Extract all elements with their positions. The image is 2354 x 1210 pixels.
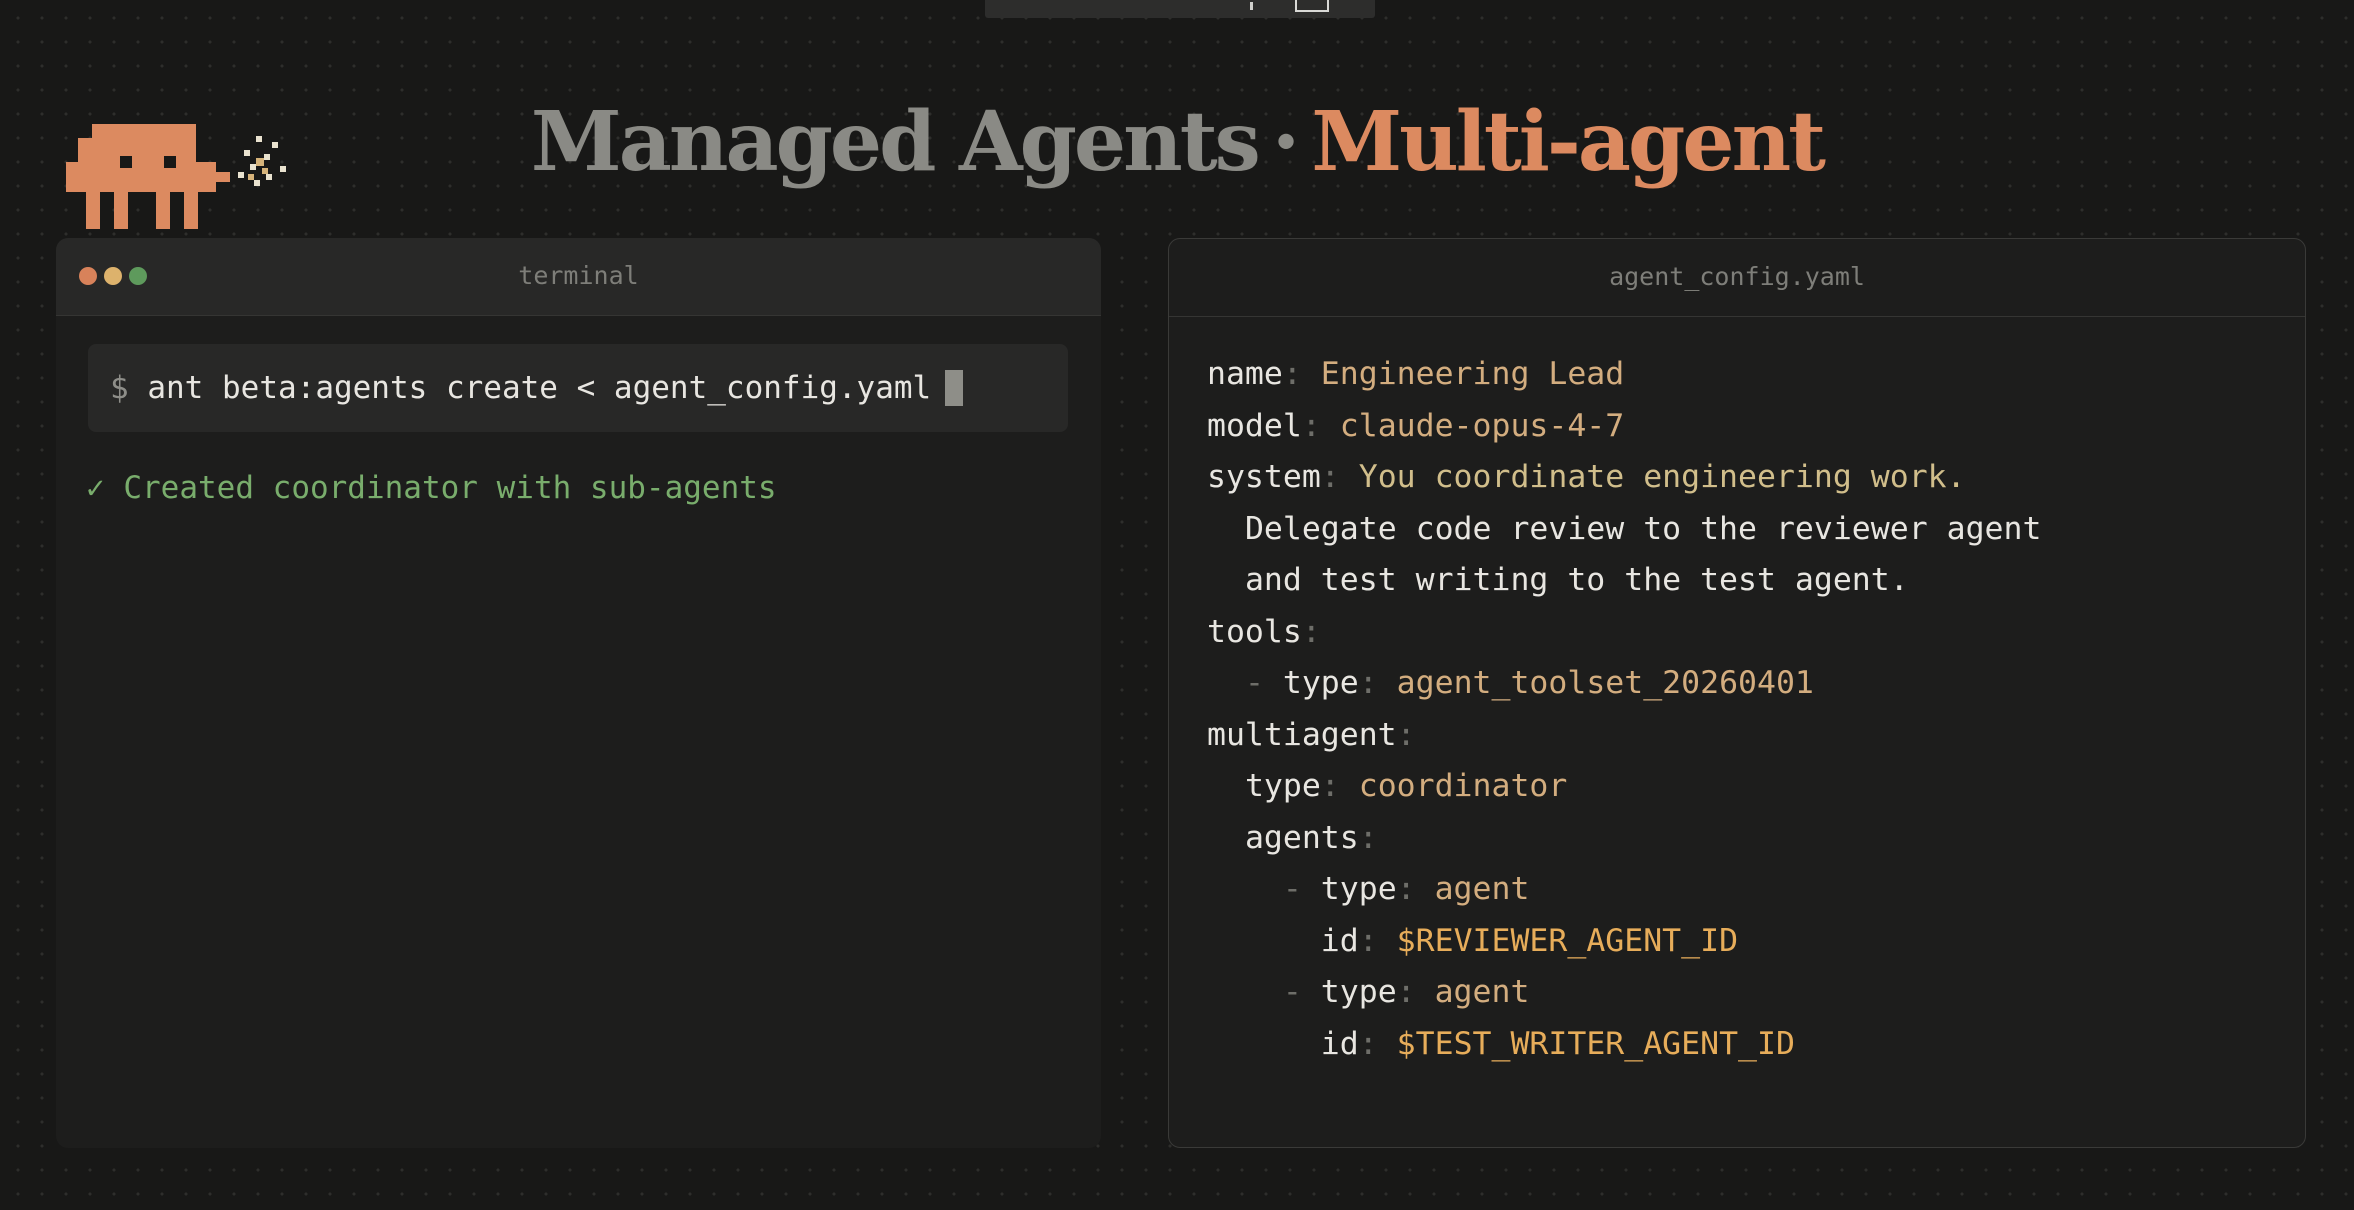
yaml-value: agent (1434, 974, 1530, 1010)
yaml-colon: : (1396, 716, 1416, 753)
page-title: Managed Agents · Multi-agent (0, 86, 2354, 198)
checkmark-icon: ✓ (86, 470, 105, 506)
yaml-key: type (1320, 974, 1397, 1010)
yaml-colon: : (1282, 356, 1302, 392)
code-line: multiagent: (1207, 710, 2041, 762)
output-text: Created coordinator with sub-agents (123, 470, 777, 506)
yaml-colon: : (1320, 768, 1340, 804)
yaml-colon: : (1358, 922, 1378, 959)
yaml-colon: : (1301, 407, 1321, 444)
yaml-variable: $REVIEWER_AGENT_ID (1396, 922, 1739, 959)
config-header: agent_config.yaml (1169, 239, 2305, 317)
yaml-key: name (1207, 356, 1283, 392)
code-line: id: $TEST_WRITER_AGENT_ID (1207, 1019, 2041, 1071)
yaml-key: agents (1244, 819, 1359, 856)
code-line: agents: (1207, 813, 2041, 865)
terminal-header: terminal (56, 238, 1101, 316)
yaml-string-continued: Delegate code review to the reviewer age… (1244, 510, 2042, 547)
yaml-colon: : (1301, 613, 1321, 650)
config-title: agent_config.yaml (1609, 262, 1865, 291)
top-toolbar (985, 0, 1375, 18)
code-line: - type: agent_toolset_20260401 (1207, 658, 2041, 710)
yaml-key: system (1207, 459, 1321, 495)
title-separator: · (1271, 94, 1301, 190)
prompt-symbol: $ (110, 370, 129, 406)
title-main: Managed Agents (530, 94, 1261, 190)
code-line: name: Engineering Lead (1207, 349, 2041, 401)
code-line: type: coordinator (1207, 761, 2041, 813)
yaml-value: Engineering Lead (1320, 356, 1625, 392)
code-line: system: You coordinate engineering work. (1207, 452, 2041, 504)
code-line: - type: agent (1207, 967, 2041, 1019)
terminal-window: terminal $ ant beta:agents create < agen… (56, 238, 1101, 1148)
yaml-value: claude-opus-4-7 (1339, 407, 1625, 444)
yaml-key: type (1244, 768, 1321, 804)
text-cursor (945, 370, 964, 406)
yaml-colon: : (1396, 974, 1416, 1010)
code-line: id: $REVIEWER_AGENT_ID (1207, 916, 2041, 968)
yaml-colon: : (1320, 459, 1340, 495)
code-line: tools: (1207, 607, 2041, 659)
yaml-dash: - (1282, 974, 1302, 1010)
yaml-dash: - (1244, 665, 1264, 701)
title-accent: Multi-agent (1311, 94, 1826, 190)
yaml-value: agent_toolset_20260401 (1396, 665, 1814, 701)
code-line: Delegate code review to the reviewer age… (1207, 504, 2042, 556)
yaml-colon: : (1358, 1025, 1378, 1062)
yaml-key: type (1282, 665, 1359, 701)
yaml-key: id (1320, 1025, 1359, 1062)
code-line: - type: agent (1207, 864, 2041, 916)
yaml-dash: - (1282, 871, 1302, 907)
yaml-value: agent (1434, 871, 1530, 907)
yaml-value: coordinator (1358, 768, 1568, 804)
terminal-title: terminal (518, 261, 639, 290)
yaml-key: type (1320, 871, 1397, 907)
yaml-string: You coordinate engineering work. (1358, 459, 1966, 495)
yaml-colon: : (1396, 871, 1416, 907)
yaml-key: tools (1207, 613, 1302, 650)
yaml-colon: : (1358, 819, 1378, 856)
yaml-colon: : (1358, 665, 1378, 701)
code-line: and test writing to the test agent. (1207, 555, 2041, 607)
toolbar-frame-icon[interactable] (1295, 0, 1329, 12)
yaml-key: multiagent (1207, 716, 1397, 753)
command-text: ant beta:agents create < agent_config.ya… (147, 370, 932, 406)
config-file-window: agent_config.yaml name: Engineering Lead… (1168, 238, 2306, 1148)
command-input[interactable]: $ ant beta:agents create < agent_config.… (88, 344, 1068, 432)
yaml-variable: $TEST_WRITER_AGENT_ID (1396, 1025, 1795, 1062)
yaml-key: id (1320, 922, 1359, 959)
command-output: ✓ Created coordinator with sub-agents (86, 466, 777, 510)
toolbar-indicator-icon (1250, 2, 1253, 10)
yaml-code: name: Engineering Lead model: claude-opu… (1207, 349, 2041, 1070)
yaml-string-continued: and test writing to the test agent. (1244, 562, 1909, 598)
code-line: model: claude-opus-4-7 (1207, 401, 2041, 453)
yaml-key: model (1207, 407, 1302, 444)
